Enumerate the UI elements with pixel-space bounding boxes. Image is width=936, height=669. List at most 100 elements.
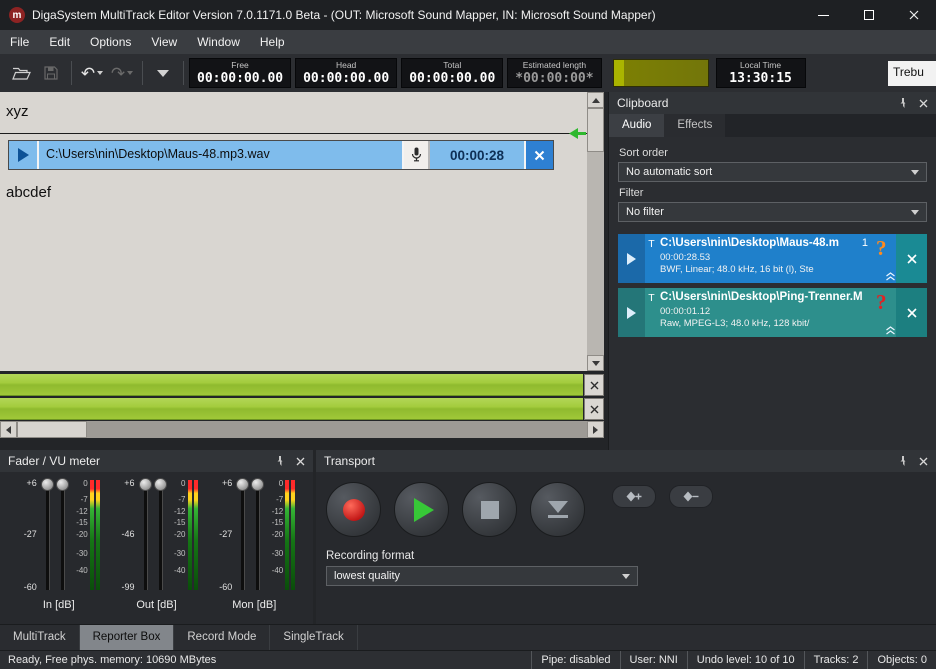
open-button[interactable] <box>6 59 36 87</box>
fader-slider[interactable] <box>235 478 250 594</box>
scale-tick: -7 <box>81 495 88 504</box>
fader-knob[interactable] <box>41 478 54 491</box>
display-value: 00:00:00.00 <box>303 71 389 86</box>
play-button[interactable] <box>618 234 645 283</box>
clipboard-item[interactable]: T C:\Users\nin\Desktop\Ping-Trenner.M 00… <box>618 288 927 337</box>
font-select[interactable]: Trebu <box>888 61 936 86</box>
menu-edit[interactable]: Edit <box>39 30 80 54</box>
fader-group-main: +6 -27 -60 0 -7 -12 -15 -20 -30 <box>213 478 295 594</box>
fader-slider[interactable] <box>138 478 153 594</box>
scrollbar-thumb[interactable] <box>17 421 87 438</box>
tab-multitrack[interactable]: MultiTrack <box>0 625 80 650</box>
recording-format-select[interactable]: lowest quality <box>326 566 638 586</box>
fader-knob[interactable] <box>139 478 152 491</box>
menu-help[interactable]: Help <box>250 30 295 54</box>
total-time-display: Total 00:00:00.00 <box>401 58 503 88</box>
remove-track-button[interactable] <box>584 398 604 420</box>
save-button[interactable] <box>36 59 66 87</box>
fader-scale: 0 -7 -12 -15 -20 -30 -40 <box>70 478 90 594</box>
menu-view[interactable]: View <box>141 30 187 54</box>
fader-slider[interactable] <box>250 478 265 594</box>
editor-canvas[interactable]: xyz C:\Users\nin\Desktop\Maus-48.mp3.wav <box>0 92 587 371</box>
status-ready-text: Ready, Free phys. memory: 10690 MBytes <box>0 651 531 669</box>
fader-value: -27 <box>24 529 37 539</box>
fader-slider[interactable] <box>55 478 70 594</box>
menu-bar: File Edit Options View Window Help <box>0 30 936 54</box>
marker-add-button[interactable] <box>612 485 656 508</box>
recording-format-label: Recording format <box>326 550 926 562</box>
tab-effects[interactable]: Effects <box>664 114 725 137</box>
remove-clip-button[interactable] <box>526 141 553 169</box>
pin-icon[interactable] <box>275 456 285 466</box>
scale-tick: 0 <box>279 479 283 488</box>
menu-file[interactable]: File <box>0 30 39 54</box>
scroll-up-button[interactable] <box>587 92 604 108</box>
tab-singletrack[interactable]: SingleTrack <box>270 625 357 650</box>
fader-group-label: Out [dB] <box>136 599 176 611</box>
menu-options[interactable]: Options <box>80 30 141 54</box>
ruler-line <box>0 133 587 134</box>
audio-clip-bar[interactable]: C:\Users\nin\Desktop\Maus-48.mp3.wav 00:… <box>8 140 554 170</box>
app-logo-letter: m <box>13 10 22 21</box>
stop-icon <box>481 501 499 519</box>
scroll-right-button[interactable] <box>587 421 604 438</box>
vu-strip <box>194 480 198 590</box>
fader-group-main: +6 -46 -99 0 -7 -12 -15 -20 -30 <box>116 478 198 594</box>
clipboard-item[interactable]: T C:\Users\nin\Desktop\Maus-48.m 1 00:00… <box>618 234 927 283</box>
maximize-button[interactable] <box>846 0 891 30</box>
clip-filename[interactable]: C:\Users\nin\Desktop\Maus-48.mp3.wav <box>39 141 404 169</box>
chevron-down-icon <box>622 574 630 579</box>
fader-knob[interactable] <box>251 478 264 491</box>
undo-button[interactable]: ↶ <box>77 59 107 87</box>
horizontal-scrollbar[interactable] <box>0 421 604 438</box>
filter-select[interactable]: No filter <box>618 202 927 222</box>
stop-button[interactable] <box>462 482 517 537</box>
pin-icon[interactable] <box>898 98 908 108</box>
toolbar-dropdown-button[interactable] <box>148 59 178 87</box>
fader-left-labels: +6 -27 -60 <box>213 478 235 594</box>
track-lane[interactable] <box>0 374 583 396</box>
scale-tick: -12 <box>272 507 284 516</box>
record-button[interactable] <box>326 482 381 537</box>
tab-audio[interactable]: Audio <box>609 114 664 137</box>
play-button[interactable] <box>394 482 449 537</box>
scroll-down-button[interactable] <box>587 355 604 371</box>
display-value: 00:00:00.00 <box>409 71 495 86</box>
tab-reporter-box[interactable]: Reporter Box <box>80 625 175 650</box>
tab-record-mode[interactable]: Record Mode <box>174 625 270 650</box>
play-button[interactable] <box>618 288 645 337</box>
fader-slider[interactable] <box>40 478 55 594</box>
remove-item-button[interactable] <box>896 234 927 283</box>
skip-to-end-button[interactable] <box>530 482 585 537</box>
record-source-button[interactable] <box>404 141 430 169</box>
clip-type-label: T <box>645 234 658 283</box>
redo-button[interactable]: ↷ <box>107 59 137 87</box>
scale-tick: -12 <box>76 507 88 516</box>
scrollbar-thumb[interactable] <box>587 108 604 152</box>
menu-window[interactable]: Window <box>187 30 250 54</box>
remove-track-button[interactable] <box>584 374 604 396</box>
sort-order-select[interactable]: No automatic sort <box>618 162 927 182</box>
marker-remove-button[interactable] <box>669 485 713 508</box>
scale-tick: -30 <box>76 549 88 558</box>
play-button[interactable] <box>9 141 39 169</box>
close-panel-button[interactable] <box>919 99 928 108</box>
close-button[interactable] <box>891 0 936 30</box>
scrollbar-track[interactable] <box>87 421 587 438</box>
fader-slider[interactable] <box>153 478 168 594</box>
scale-tick: -30 <box>272 549 284 558</box>
fader-knob[interactable] <box>236 478 249 491</box>
fader-knob[interactable] <box>154 478 167 491</box>
track-lane[interactable] <box>0 398 583 420</box>
minimize-button[interactable] <box>801 0 846 30</box>
scroll-left-button[interactable] <box>0 421 17 438</box>
fader-header: Fader / VU meter <box>0 450 313 472</box>
close-panel-button[interactable] <box>919 457 928 466</box>
vertical-scrollbar[interactable] <box>587 92 604 371</box>
pin-icon[interactable] <box>898 456 908 466</box>
fader-scale-bottom: -99 <box>121 582 134 592</box>
remove-item-button[interactable] <box>896 288 927 337</box>
close-panel-button[interactable] <box>296 457 305 466</box>
fader-group-main: +6 -27 -60 0 -7 -12 -15 -20 -30 <box>18 478 100 594</box>
fader-knob[interactable] <box>56 478 69 491</box>
